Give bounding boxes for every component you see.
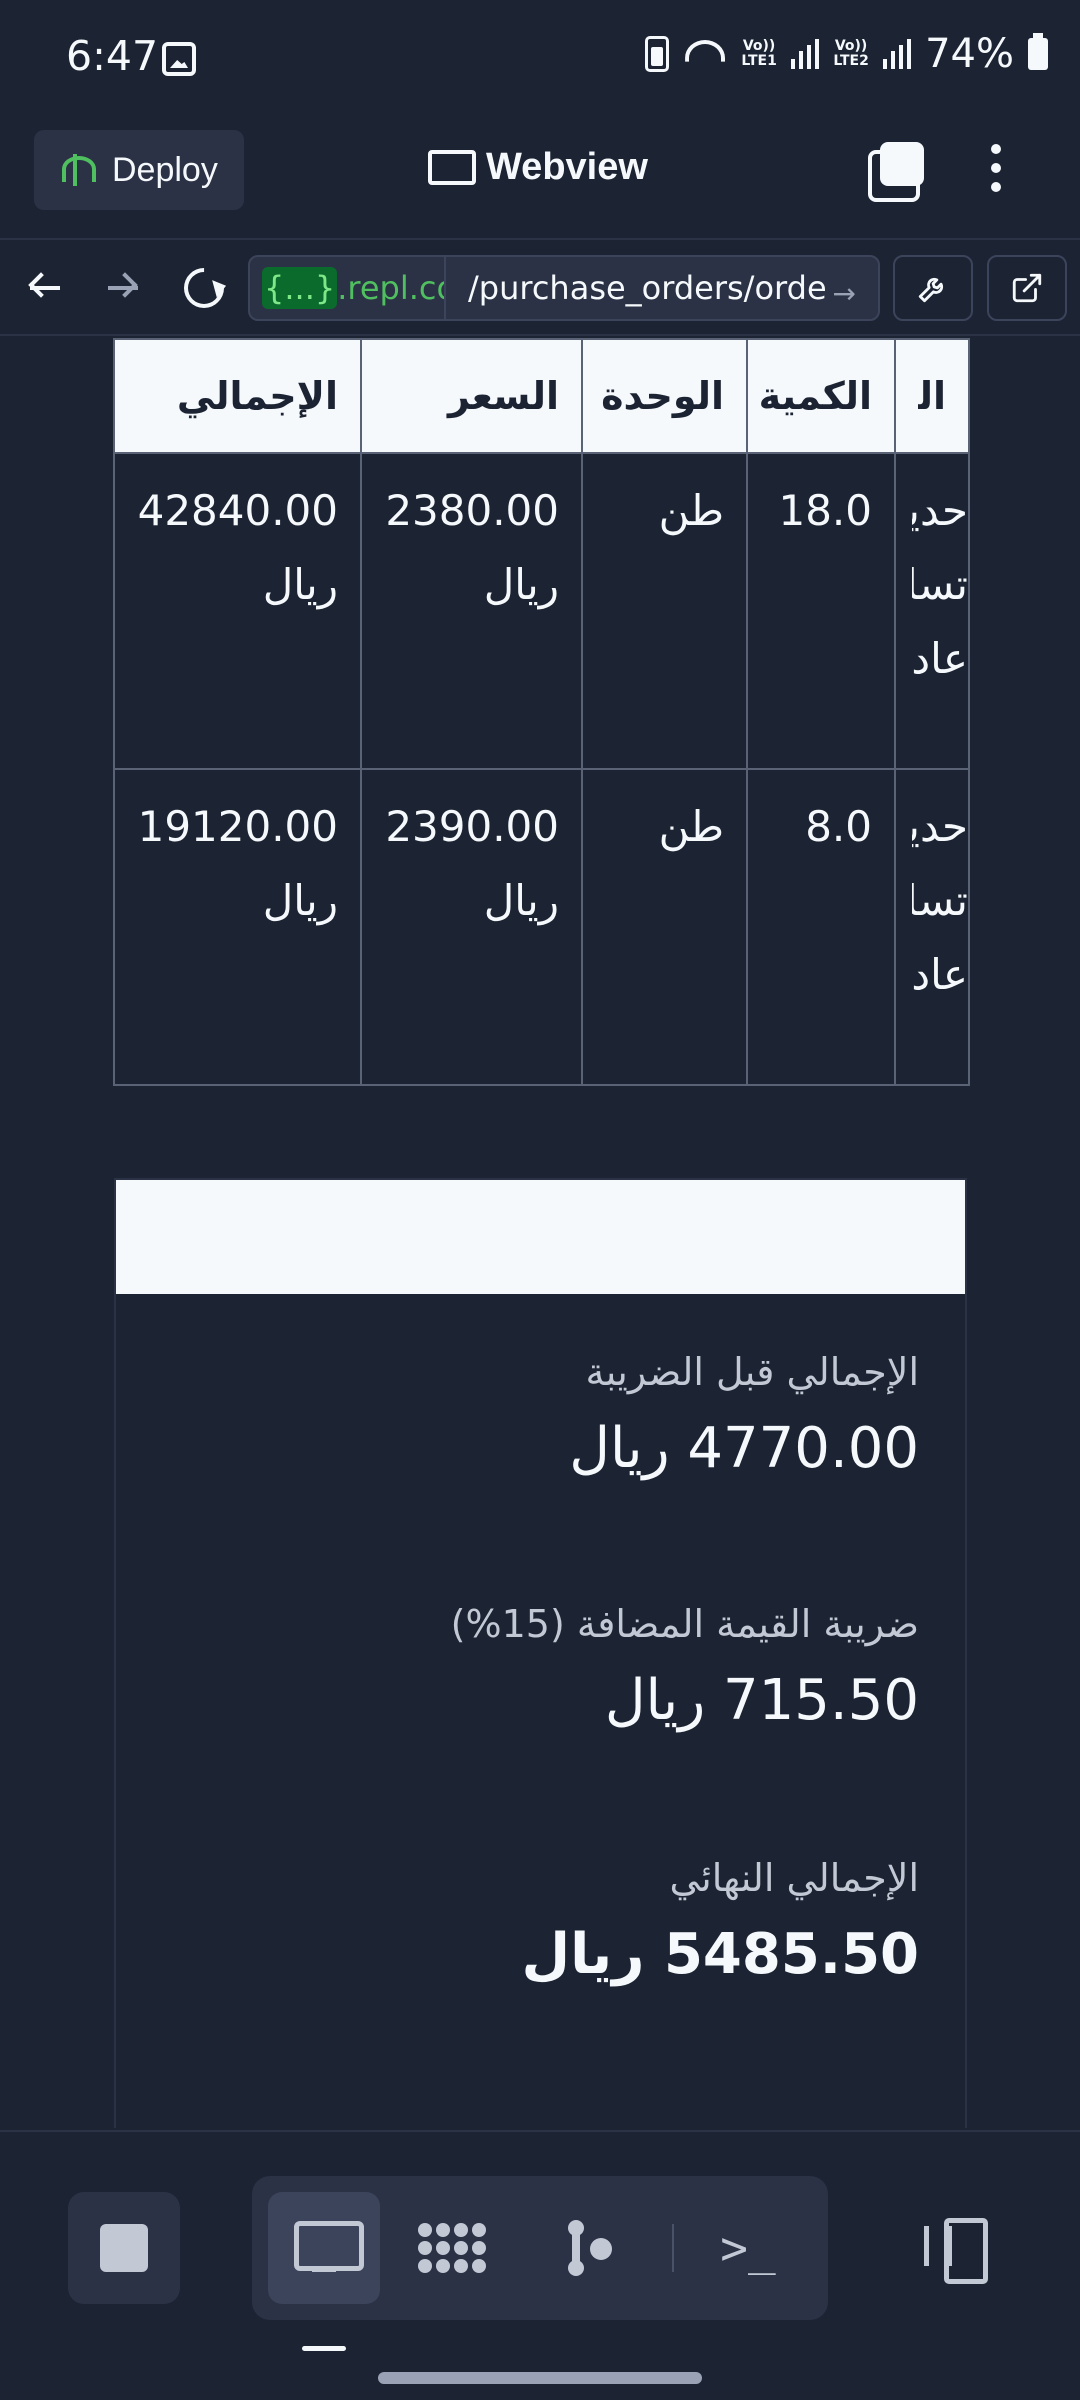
open-external-button[interactable] xyxy=(987,255,1067,321)
panel-toggle-icon[interactable] xyxy=(924,2218,988,2284)
cell-total: 19120.00 ريال xyxy=(113,768,362,1086)
dots-grid-icon xyxy=(418,2223,486,2273)
back-arrow-icon[interactable] xyxy=(26,270,62,306)
workspace-bar: >_ xyxy=(0,2130,1080,2400)
active-tab-indicator xyxy=(302,2346,346,2351)
url-host-badge: {...} xyxy=(262,267,338,309)
col-header-unit: الوحدة xyxy=(581,338,748,454)
deploy-button[interactable]: Deploy xyxy=(34,130,244,210)
status-bar: 6:47 Vo)) LTE1 Vo)) LTE2 74% xyxy=(0,0,1080,118)
battery-saver-icon xyxy=(645,36,670,72)
table-row: حديد تسليح عادي 8.0 طن 2390.00 ريال 1912… xyxy=(113,768,970,1086)
vat-label: ضريبة القيمة المضافة (15%) xyxy=(450,1602,919,1646)
tools-grid-button[interactable] xyxy=(396,2192,508,2304)
grand-total-value: 5485.50 ريال xyxy=(521,1922,919,1987)
stop-icon xyxy=(100,2224,148,2272)
grand-total-label: الإجمالي النهائي xyxy=(669,1856,919,1900)
workspace-tools: >_ xyxy=(252,2176,828,2320)
more-options-icon[interactable] xyxy=(988,144,1004,196)
cell-quantity: 8.0 xyxy=(746,768,896,1086)
url-toolbar: {...} .repl.co /purchase_orders/order → xyxy=(0,240,1080,336)
url-field[interactable]: {...} .repl.co /purchase_orders/order → xyxy=(248,255,880,321)
col-header-item: الصنف xyxy=(894,338,970,454)
signal-2-icon xyxy=(883,39,912,69)
battery-percent: 74% xyxy=(925,31,1014,77)
forward-arrow-icon[interactable] xyxy=(104,270,140,306)
grand-total-block: الإجمالي النهائي 5485.50 ريال xyxy=(522,1856,919,1987)
status-icons: Vo)) LTE1 Vo)) LTE2 74% xyxy=(645,31,1048,77)
subtotal-label: الإجمالي قبل الضريبة xyxy=(585,1350,919,1394)
shell-tool-button[interactable]: >_ xyxy=(692,2192,804,2304)
totals-card-header xyxy=(116,1180,965,1294)
git-branch-icon xyxy=(564,2220,612,2276)
deploy-label: Deploy xyxy=(112,150,218,189)
home-gesture-bar[interactable] xyxy=(378,2372,702,2384)
subtotal-block: الإجمالي قبل الضريبة 4770.00 ريال xyxy=(569,1350,919,1481)
gallery-notification-icon xyxy=(162,42,196,76)
cell-item: حديد تسليح عادي xyxy=(894,768,970,1086)
totals-card: الإجمالي قبل الضريبة 4770.00 ريال ضريبة … xyxy=(114,1178,967,2128)
terminal-icon: >_ xyxy=(720,2221,776,2275)
cell-price: 2380.00 ريال xyxy=(360,452,583,770)
col-header-price: السعر xyxy=(360,338,583,454)
cell-item: حديد تسليح عادي xyxy=(894,452,970,770)
monitor-icon xyxy=(428,149,476,186)
url-path: /purchase_orders/order xyxy=(468,269,840,307)
wifi-icon xyxy=(683,36,727,72)
tool-separator xyxy=(672,2224,674,2272)
cell-price: 2390.00 ريال xyxy=(360,768,583,1086)
devtools-wrench-button[interactable] xyxy=(893,255,973,321)
reload-icon[interactable] xyxy=(175,259,233,317)
vat-value: 715.50 ريال xyxy=(604,1668,919,1733)
table-header-row: الصنف الكمية الوحدة السعر الإجمالي xyxy=(113,338,970,454)
cell-total: 42840.00 ريال xyxy=(113,452,362,770)
git-tool-button[interactable] xyxy=(532,2192,644,2304)
external-link-icon xyxy=(1012,273,1042,303)
monitor-icon xyxy=(294,2221,364,2275)
stop-button[interactable] xyxy=(68,2192,180,2304)
items-table: الصنف الكمية الوحدة السعر الإجمالي حديد … xyxy=(113,338,970,1086)
signal-1-icon xyxy=(791,39,820,69)
lte1-label: Vo)) LTE1 xyxy=(741,38,777,69)
deploy-icon xyxy=(60,154,96,186)
status-time: 6:47 xyxy=(66,32,159,80)
page-title: Webview xyxy=(486,146,648,188)
url-domain: .repl.co xyxy=(337,269,446,307)
table-row: حديد تسليح عادي 18.0 طن 2380.00 ريال 428… xyxy=(113,452,970,770)
col-header-quantity: الكمية xyxy=(746,338,896,454)
lte2-label: Vo)) LTE2 xyxy=(833,38,869,69)
col-header-total: الإجمالي xyxy=(113,338,362,454)
battery-icon xyxy=(1028,33,1048,70)
app-header: Deploy Webview xyxy=(0,118,1080,240)
vat-block: ضريبة القيمة المضافة (15%) 715.50 ريال xyxy=(451,1602,919,1733)
webview-tool-button[interactable] xyxy=(268,2192,380,2304)
cell-unit: طن xyxy=(581,452,748,770)
wrench-icon xyxy=(918,277,944,303)
cell-quantity: 18.0 xyxy=(746,452,896,770)
cell-unit: طن xyxy=(581,768,748,1086)
url-host: {...} .repl.co xyxy=(250,257,446,319)
webview-content: الصنف الكمية الوحدة السعر الإجمالي حديد … xyxy=(0,338,1080,2128)
tabs-icon[interactable] xyxy=(868,142,924,202)
subtotal-value: 4770.00 ريال xyxy=(569,1416,919,1481)
webview-title: Webview xyxy=(428,146,648,189)
url-go-icon[interactable]: → xyxy=(824,277,856,310)
